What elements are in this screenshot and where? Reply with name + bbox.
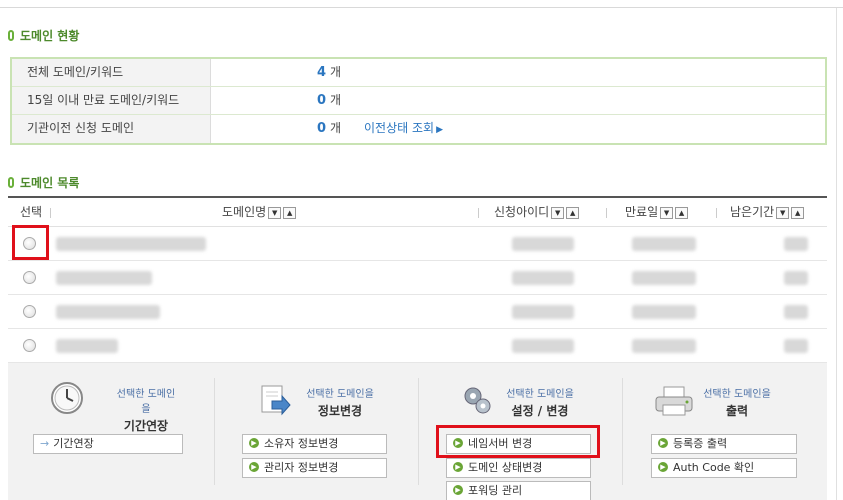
status-label: 전체 도메인/키워드 (12, 59, 211, 86)
admin-info-change-button[interactable]: ▶ 관리자 정보변경 (242, 458, 387, 478)
triangle-right-icon: ▶ (436, 125, 443, 135)
status-count[interactable]: 0 (272, 115, 326, 142)
extend-heading: 선택한 도메인을 기간연장 (116, 389, 176, 433)
sort-up-icon[interactable]: ▲ (283, 206, 297, 219)
chevron-right-icon: ▶ (249, 438, 259, 448)
status-row-total: 전체 도메인/키워드 4 개 (12, 59, 825, 87)
table-row[interactable] (8, 261, 827, 295)
table-row[interactable] (8, 227, 827, 261)
row-select-radio[interactable] (23, 339, 36, 352)
highlight-box (12, 225, 49, 260)
sort-up-icon[interactable]: ▲ (791, 206, 805, 219)
info-heading: 선택한 도메인을 정보변경 (306, 389, 374, 418)
redacted-expiry (632, 305, 696, 319)
chevron-right-icon: ▶ (658, 438, 668, 448)
status-row-expiring: 15일 이내 만료 도메인/키워드 0 개 (12, 87, 825, 115)
sort-down-icon[interactable]: ▼ (776, 206, 790, 219)
status-count[interactable]: 0 (272, 87, 326, 114)
status-unit: 개 (330, 65, 342, 79)
redacted-applicant (512, 305, 574, 319)
status-section-title: 도메인 현황 (8, 27, 79, 44)
owner-info-change-button[interactable]: ▶ 소유자 정보변경 (242, 434, 387, 454)
bullet-icon (8, 177, 14, 188)
gear-icon (460, 383, 494, 420)
redacted-domain (56, 271, 152, 285)
redacted-remaining (784, 271, 808, 285)
redacted-domain (56, 305, 160, 319)
redacted-expiry (632, 339, 696, 353)
chevron-right-icon: ▶ (658, 462, 668, 472)
auth-code-check-button[interactable]: ▶ Auth Code 확인 (651, 458, 797, 478)
column-divider (606, 208, 607, 218)
domain-list-header: 선택 도메인명 ▼ ▲ 신청아이디 ▼ ▲ 만료일 ▼ ▲ 남은기간 ▼ ▲ (8, 196, 827, 227)
domain-status-change-button[interactable]: ▶ 도메인 상태변경 (446, 458, 591, 478)
status-count[interactable]: 4 (272, 59, 326, 86)
sort-up-icon[interactable]: ▲ (566, 206, 580, 219)
status-label: 15일 이내 만료 도메인/키워드 (12, 87, 211, 114)
column-remaining: 남은기간 ▼ ▲ (730, 198, 805, 227)
chevron-right-icon: ▶ (249, 462, 259, 472)
status-label: 기관이전 신청 도메인 (12, 115, 211, 143)
column-divider (214, 378, 215, 485)
top-border (0, 0, 843, 8)
list-section-title: 도메인 목록 (8, 174, 79, 191)
domain-status-table: 전체 도메인/키워드 4 개 15일 이내 만료 도메인/키워드 0 개 기관이… (10, 57, 827, 145)
status-unit: 개 (330, 121, 342, 135)
sort-down-icon[interactable]: ▼ (268, 206, 282, 219)
column-expiry: 만료일 ▼ ▲ (625, 198, 689, 227)
redacted-applicant (512, 271, 574, 285)
chevron-right-icon: ▶ (453, 485, 463, 495)
column-divider (622, 378, 623, 485)
status-row-transfer: 기관이전 신청 도메인 0 개 이전상태 조회 ▶ (12, 115, 825, 143)
action-panel: 선택한 도메인을 기간연장 → 기간연장 선택한 도메인을 정보변경 ▶ 소유자 정… (8, 363, 827, 500)
redacted-remaining (784, 237, 808, 251)
certificate-print-button[interactable]: ▶ 등록증 출력 (651, 434, 797, 454)
forwarding-manage-button[interactable]: ▶ 포워딩 관리 (446, 481, 591, 500)
column-domain: 도메인명 ▼ ▲ (222, 198, 297, 227)
right-border (836, 8, 837, 500)
highlight-box (436, 425, 600, 458)
row-select-radio[interactable] (23, 271, 36, 284)
status-unit: 개 (330, 93, 342, 107)
bullet-icon (8, 30, 14, 41)
column-applicant: 신청아이디 ▼ ▲ (494, 198, 580, 227)
print-heading: 선택한 도메인을 출력 (703, 389, 771, 418)
extend-button[interactable]: → 기간연장 (33, 434, 183, 454)
document-arrow-icon (258, 383, 292, 420)
printer-icon (654, 385, 694, 420)
column-divider (716, 208, 717, 218)
settings-heading: 선택한 도메인을 설정 / 변경 (506, 389, 574, 418)
sort-down-icon[interactable]: ▼ (551, 206, 565, 219)
column-divider (50, 208, 51, 218)
column-select: 선택 (20, 205, 43, 219)
transfer-status-link[interactable]: 이전상태 조회 ▶ (364, 115, 443, 144)
redacted-applicant (512, 237, 574, 251)
redacted-expiry (632, 271, 696, 285)
row-select-radio[interactable] (23, 305, 36, 318)
clock-icon (50, 381, 84, 418)
column-divider (418, 378, 419, 485)
arrow-right-icon: → (40, 437, 50, 450)
redacted-domain (56, 237, 206, 251)
redacted-domain (56, 339, 118, 353)
column-divider (478, 208, 479, 218)
redacted-applicant (512, 339, 574, 353)
sort-up-icon[interactable]: ▲ (675, 206, 689, 219)
chevron-right-icon: ▶ (453, 462, 463, 472)
sort-down-icon[interactable]: ▼ (660, 206, 674, 219)
table-row[interactable] (8, 295, 827, 329)
redacted-remaining (784, 339, 808, 353)
redacted-expiry (632, 237, 696, 251)
table-row[interactable] (8, 329, 827, 363)
redacted-remaining (784, 305, 808, 319)
